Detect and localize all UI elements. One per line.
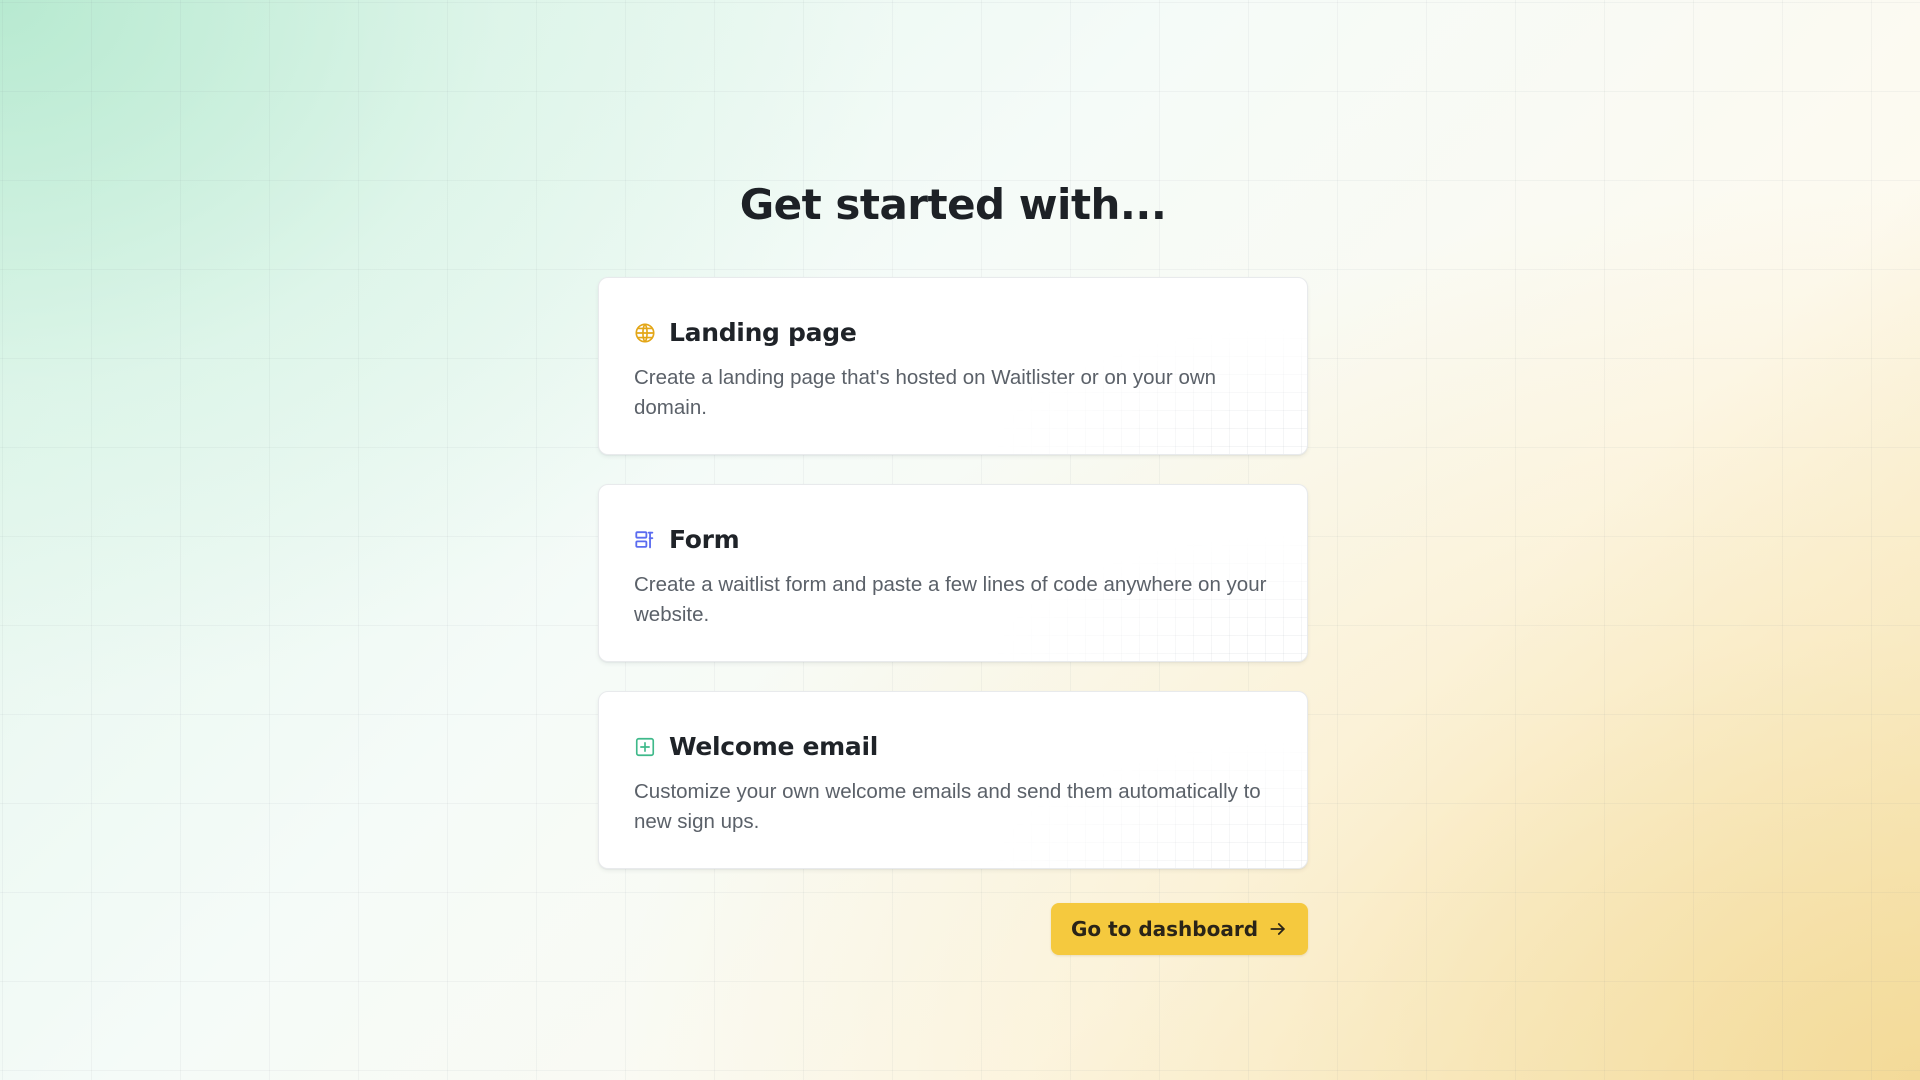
globe-icon xyxy=(634,322,656,344)
go-to-dashboard-button[interactable]: Go to dashboard xyxy=(1051,903,1308,955)
option-card-form[interactable]: Form Create a waitlist form and paste a … xyxy=(598,484,1308,662)
plus-square-icon xyxy=(634,736,656,758)
card-header: Form xyxy=(634,525,740,554)
page-title: Get started with... xyxy=(739,180,1167,229)
card-title: Form xyxy=(669,525,740,554)
card-description: Customize your own welcome emails and se… xyxy=(634,780,1261,833)
card-header: Welcome email xyxy=(634,732,878,761)
card-title: Welcome email xyxy=(669,732,879,761)
button-label: Go to dashboard xyxy=(1070,917,1259,941)
arrow-right-icon xyxy=(1268,919,1288,939)
card-description: Create a landing page that's hosted on W… xyxy=(634,366,1217,419)
option-card-welcome-email[interactable]: Welcome email Customize your own welcome… xyxy=(598,691,1308,869)
card-header: Landing page xyxy=(634,318,857,347)
option-card-landing-page[interactable]: Landing page Create a landing page that'… xyxy=(598,277,1308,455)
card-description: Create a waitlist form and paste a few l… xyxy=(634,573,1267,626)
form-icon xyxy=(634,529,656,551)
card-title: Landing page xyxy=(669,318,857,347)
